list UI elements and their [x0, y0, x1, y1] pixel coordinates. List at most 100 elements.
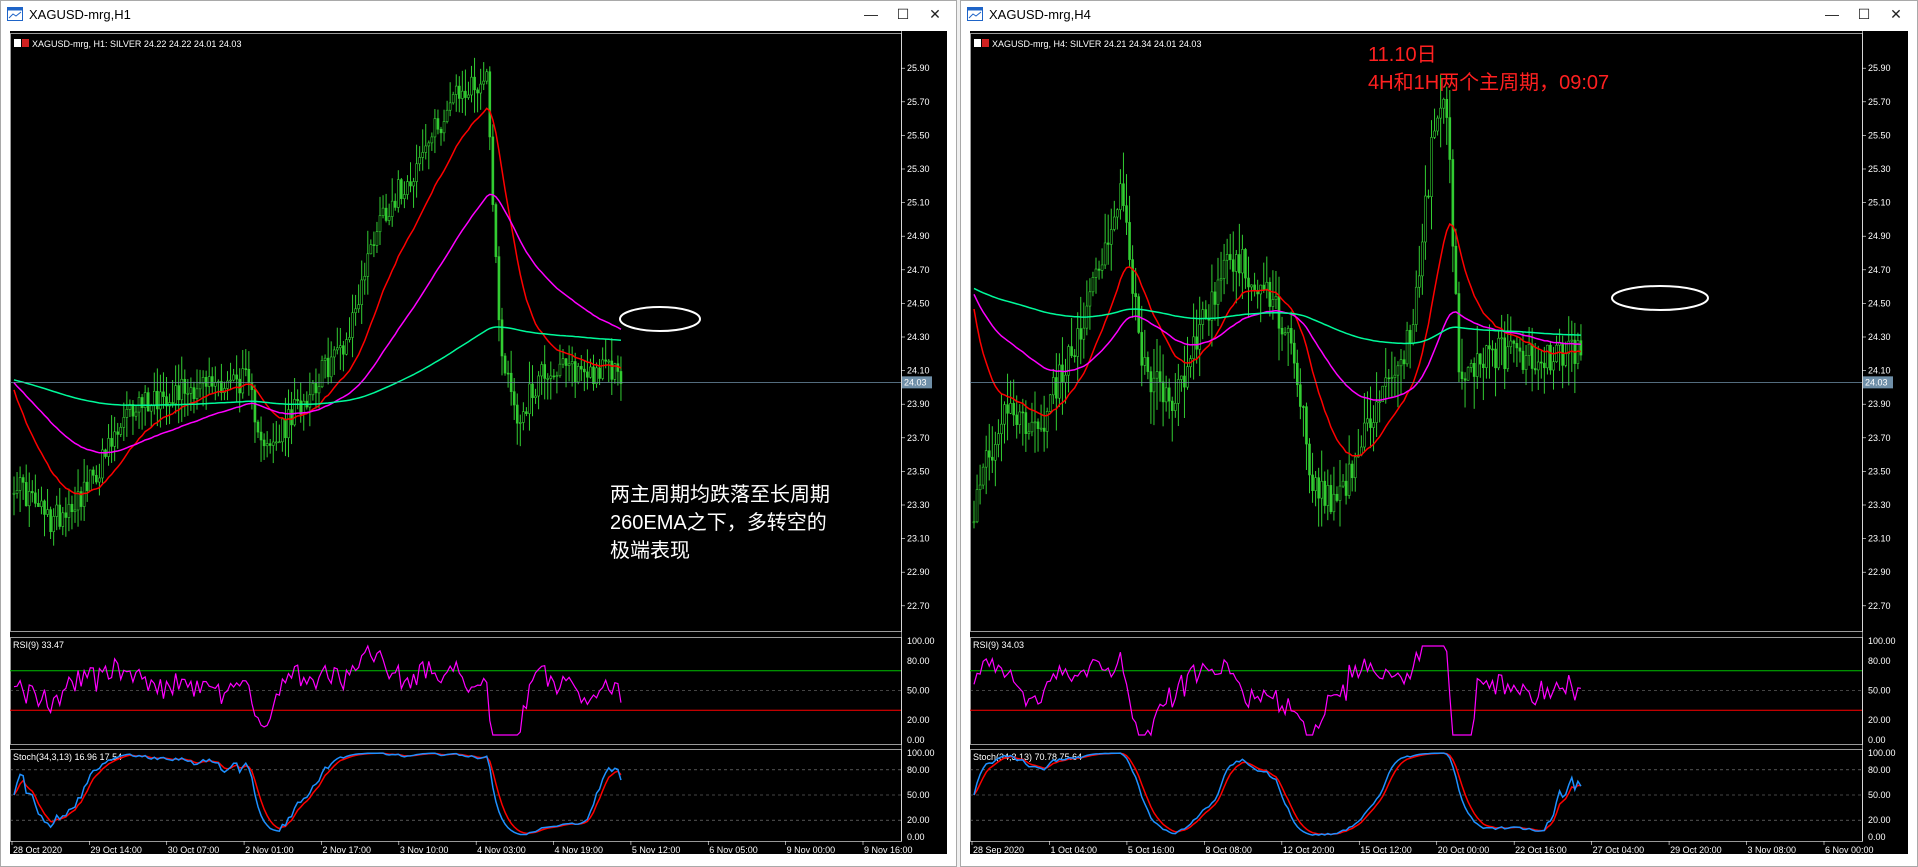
candle-body: [1180, 375, 1183, 380]
candle-body: [479, 83, 482, 94]
time-tick-label: 6 Nov 05:00: [709, 845, 758, 854]
candle-body: [329, 356, 333, 378]
candle-body: [567, 363, 571, 366]
candle-body: [375, 231, 379, 246]
maximize-button[interactable]: ☐: [1849, 3, 1879, 25]
chart-icon: [14, 39, 21, 47]
candle-body: [534, 395, 537, 398]
candle-body: [1079, 328, 1083, 340]
candle-body: [1027, 431, 1031, 434]
panel-frame: [970, 33, 1863, 632]
candle-body: [259, 431, 263, 441]
candle-body: [1082, 327, 1086, 340]
candle-body: [1073, 355, 1076, 357]
candle-body: [978, 484, 982, 490]
candle-body: [445, 109, 449, 122]
price-tick-label: 22.70: [907, 601, 930, 611]
candle-body: [396, 179, 400, 208]
candle-body: [119, 427, 123, 435]
candle-body: [1253, 284, 1256, 291]
rsi-tick-label: 50.00: [907, 686, 930, 696]
price-tick-label: 23.30: [907, 500, 930, 510]
minimize-button[interactable]: —: [856, 3, 886, 25]
candle-body: [448, 102, 452, 111]
candle-body: [326, 357, 330, 378]
candle-body: [1378, 401, 1381, 403]
candle-body: [561, 358, 565, 365]
candle-body: [984, 450, 988, 468]
candle-body: [73, 509, 77, 513]
candle-body: [515, 404, 519, 424]
candle-body: [1146, 357, 1150, 372]
candle-body: [1411, 324, 1415, 344]
candle-body: [46, 509, 49, 515]
price-tick-label: 23.70: [1868, 433, 1891, 443]
candle-body: [1170, 400, 1174, 411]
candle-body: [1018, 411, 1022, 425]
candle-body: [1247, 277, 1250, 288]
candle-body: [30, 491, 34, 494]
rsi-label: RSI(9) 33.47: [13, 640, 64, 650]
candle-body: [1109, 229, 1113, 245]
rsi-tick-label: 100.00: [907, 636, 935, 646]
candle-body: [595, 367, 598, 385]
candle-body: [156, 390, 159, 410]
chart-window-h1[interactable]: XAGUSD-mrg,H1 — ☐ ✕ 25.90 25.70 25.50 25.30…: [0, 0, 957, 867]
candle-body: [619, 371, 623, 384]
chart-svg[interactable]: 25.90 25.70 25.50 25.30 25.10 24.90 24.70 24.50…: [970, 31, 1908, 854]
candle-body: [1250, 284, 1253, 288]
candle-body: [570, 361, 574, 365]
candle-body: [12, 492, 16, 495]
candle-body: [558, 363, 562, 376]
maximize-button[interactable]: ☐: [888, 3, 918, 25]
chart-window-icon: [967, 7, 983, 21]
rsi-tick-label: 0.00: [1868, 735, 1886, 745]
candle-body: [369, 244, 373, 255]
stoch-tick-label: 50.00: [907, 790, 930, 800]
candle-body: [229, 379, 232, 382]
title-bar[interactable]: XAGUSD-mrg,H4 — ☐ ✕: [961, 1, 1917, 28]
candle-body: [177, 385, 180, 401]
candle-body: [1369, 418, 1372, 428]
rsi-label: RSI(9) 34.03: [973, 640, 1024, 650]
candle-body: [592, 366, 595, 385]
candle-body: [1466, 367, 1470, 381]
close-button[interactable]: ✕: [1881, 3, 1911, 25]
candle-body: [1561, 342, 1564, 366]
candle-body: [500, 319, 504, 357]
candle-body: [1055, 377, 1058, 399]
candle-body: [1140, 332, 1144, 366]
candle-body: [1347, 463, 1351, 496]
candle-body: [153, 390, 156, 407]
chart-area[interactable]: 25.90 25.70 25.50 25.30 25.10 24.90 24.70 24.50…: [970, 31, 1908, 854]
chart-area[interactable]: 25.90 25.70 25.50 25.30 25.10 24.90 24.70 24.50…: [10, 31, 947, 854]
time-tick-label: 15 Oct 12:00: [1360, 845, 1412, 854]
chart-window-h4[interactable]: XAGUSD-mrg,H4 — ☐ ✕ 25.90 25.70 25.50 25.30…: [960, 0, 1918, 867]
minimize-button[interactable]: —: [1817, 3, 1847, 25]
title-bar[interactable]: XAGUSD-mrg,H1 — ☐ ✕: [1, 1, 956, 28]
candle-body: [1012, 403, 1015, 416]
candle-body: [464, 90, 467, 98]
price-tick-label: 24.70: [1868, 265, 1891, 275]
candle-body: [198, 382, 202, 390]
candle-body: [543, 364, 547, 379]
candle-body: [482, 80, 486, 85]
candle-body: [323, 357, 327, 361]
candle-body: [972, 521, 976, 524]
candle-body: [525, 411, 528, 414]
chart-svg[interactable]: 25.90 25.70 25.50 25.30 25.10 24.90 24.70 24.50…: [10, 31, 947, 854]
candle-body: [421, 152, 425, 158]
stoch-tick-label: 0.00: [1868, 832, 1886, 842]
close-button[interactable]: ✕: [920, 3, 950, 25]
candle-body: [244, 368, 248, 370]
price-tick-label: 25.50: [907, 130, 930, 140]
candle-body: [387, 216, 391, 221]
candle-body: [183, 378, 187, 394]
time-tick-label: 1 Oct 04:00: [1050, 845, 1097, 854]
candle-body: [357, 304, 360, 310]
candle-body: [1021, 411, 1025, 414]
price-tick-label: 25.90: [1868, 63, 1891, 73]
candle-body: [232, 374, 235, 381]
candle-body: [1491, 348, 1494, 351]
candle-body: [247, 368, 251, 383]
